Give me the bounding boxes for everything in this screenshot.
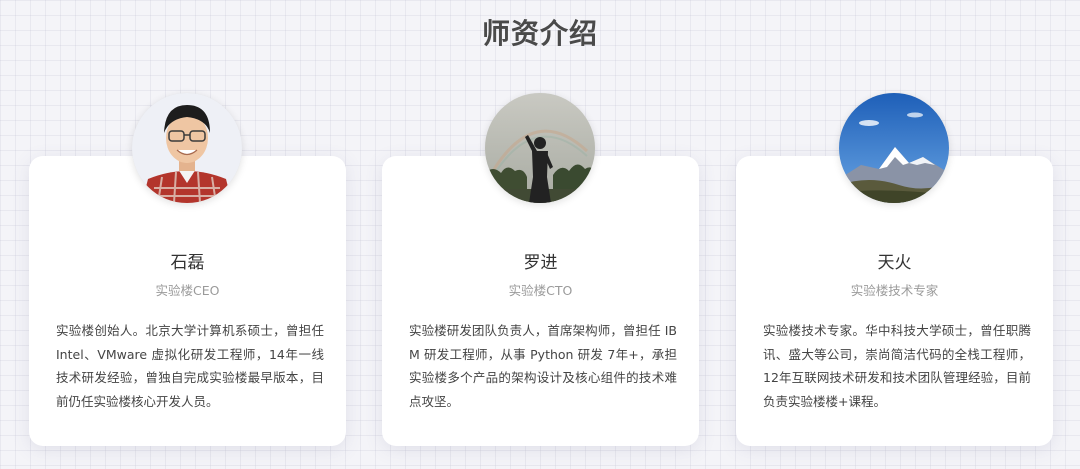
teacher-card-shi-lei: 石磊 实验楼CEO 实验楼创始人。北京大学计算机系硕士，曾担任 Intel、VM… — [29, 93, 346, 446]
teacher-name: 石磊 — [170, 253, 205, 273]
teacher-avatar — [485, 93, 595, 203]
teacher-card-luo-jin: 罗进 实验楼CTO 实验楼研发团队负责人，首席架构师，曾担任 IBM 研发工程师… — [382, 93, 699, 446]
teacher-description: 实验楼创始人。北京大学计算机系硕士，曾担任 Intel、VMware 虚拟化研发… — [56, 323, 324, 409]
teacher-avatar — [839, 93, 949, 203]
teacher-description: 实验楼研发团队负责人，首席架构师，曾担任 IBM 研发工程师，从事 Python… — [409, 323, 677, 409]
teacher-name: 罗进 — [523, 253, 558, 273]
teacher-name: 天火 — [877, 253, 912, 273]
teacher-avatar — [132, 93, 242, 203]
person-portrait-photo-icon — [132, 93, 242, 203]
teacher-card-tian-huo: 天火 实验楼技术专家 实验楼技术专家。华中科技大学硕士，曾任职腾讯、盛大等公司，… — [736, 93, 1053, 446]
teacher-role: 实验楼CTO — [508, 283, 573, 298]
silhouette-sky-photo-icon — [485, 93, 595, 203]
section-title: 师资介绍 — [481, 17, 598, 50]
snow-mountain-photo-icon — [839, 93, 949, 203]
teacher-description: 实验楼技术专家。华中科技大学硕士，曾任职腾讯、盛大等公司，崇尚简洁代码的全栈工程… — [763, 323, 1031, 409]
teacher-role: 实验楼CEO — [155, 283, 220, 298]
teacher-role: 实验楼技术专家 — [850, 283, 939, 298]
